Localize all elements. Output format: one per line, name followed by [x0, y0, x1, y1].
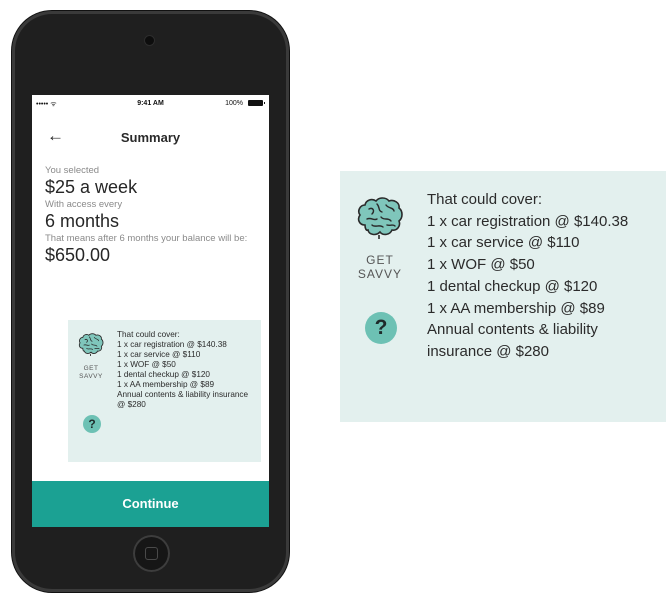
battery-icon	[248, 100, 265, 106]
balance-value: $650.00	[45, 245, 111, 265]
get-savvy-card: GET SAVVY ? That could cover: 1 x car re…	[68, 320, 261, 462]
cover-item: 1 x car service @ $110	[427, 234, 580, 252]
cover-item: 1 x car registration @ $140.38	[117, 340, 227, 349]
get-text: GET	[366, 253, 394, 267]
cover-list: That could cover: 1 x car registration @…	[427, 189, 663, 363]
question-icon[interactable]: ?	[365, 312, 397, 344]
get-savvy-label: GET SAVVY	[73, 365, 109, 381]
get-savvy-card-zoomed: GET SAVVY ? That could cover: 1 x car re…	[340, 171, 666, 422]
cover-item: 1 x car registration @ $140.38	[427, 212, 629, 230]
selected-value: $25 a week	[45, 177, 138, 197]
phone-device: ••••• ᯤ 9:41 AM 100% ← Summary You selec…	[12, 11, 289, 592]
home-square-icon	[145, 547, 158, 560]
brain-icon	[78, 333, 104, 356]
cover-list: That could cover: 1 x car registration @…	[117, 330, 257, 410]
nav-bar: ← Summary	[32, 121, 269, 151]
access-label: With access every	[45, 199, 123, 210]
access-value: 6 months	[45, 211, 120, 231]
phone-screen: ••••• ᯤ 9:41 AM 100% ← Summary You selec…	[32, 95, 269, 527]
home-button[interactable]	[133, 535, 170, 572]
continue-button[interactable]: Continue	[32, 481, 269, 527]
savvy-text: SAVVY	[79, 373, 103, 380]
cover-heading: That could cover:	[427, 191, 543, 208]
cover-item: 1 dental checkup @ $120	[117, 370, 210, 379]
cover-item: 1 x WOF @ $50	[427, 256, 535, 274]
get-savvy-label: GET SAVVY	[354, 253, 406, 281]
cover-item: Annual contents & liability insurance @ …	[117, 390, 249, 409]
summary-section: You selected $25 a week With access ever…	[45, 165, 260, 267]
cover-heading: That could cover:	[117, 330, 180, 339]
cover-item: 1 x car service @ $110	[117, 350, 201, 359]
cover-item: 1 x WOF @ $50	[117, 360, 176, 369]
get-text: GET	[83, 365, 99, 372]
brain-icon	[357, 197, 403, 239]
cover-item: 1 dental checkup @ $120	[427, 277, 598, 295]
cover-item: 1 x AA membership @ $89	[117, 380, 215, 389]
battery-percent: 100%	[225, 100, 243, 107]
selected-label: You selected	[45, 165, 100, 176]
balance-label: That means after 6 months your balance w…	[45, 233, 248, 244]
page-title: Summary	[120, 130, 181, 145]
cover-item: 1 x AA membership @ $89	[427, 299, 605, 317]
camera-dot	[145, 36, 154, 45]
status-bar: ••••• ᯤ 9:41 AM 100%	[32, 95, 269, 113]
savvy-text: SAVVY	[357, 267, 403, 281]
question-icon[interactable]: ?	[83, 415, 101, 433]
cover-item: Annual contents & liability insurance @ …	[427, 321, 598, 360]
